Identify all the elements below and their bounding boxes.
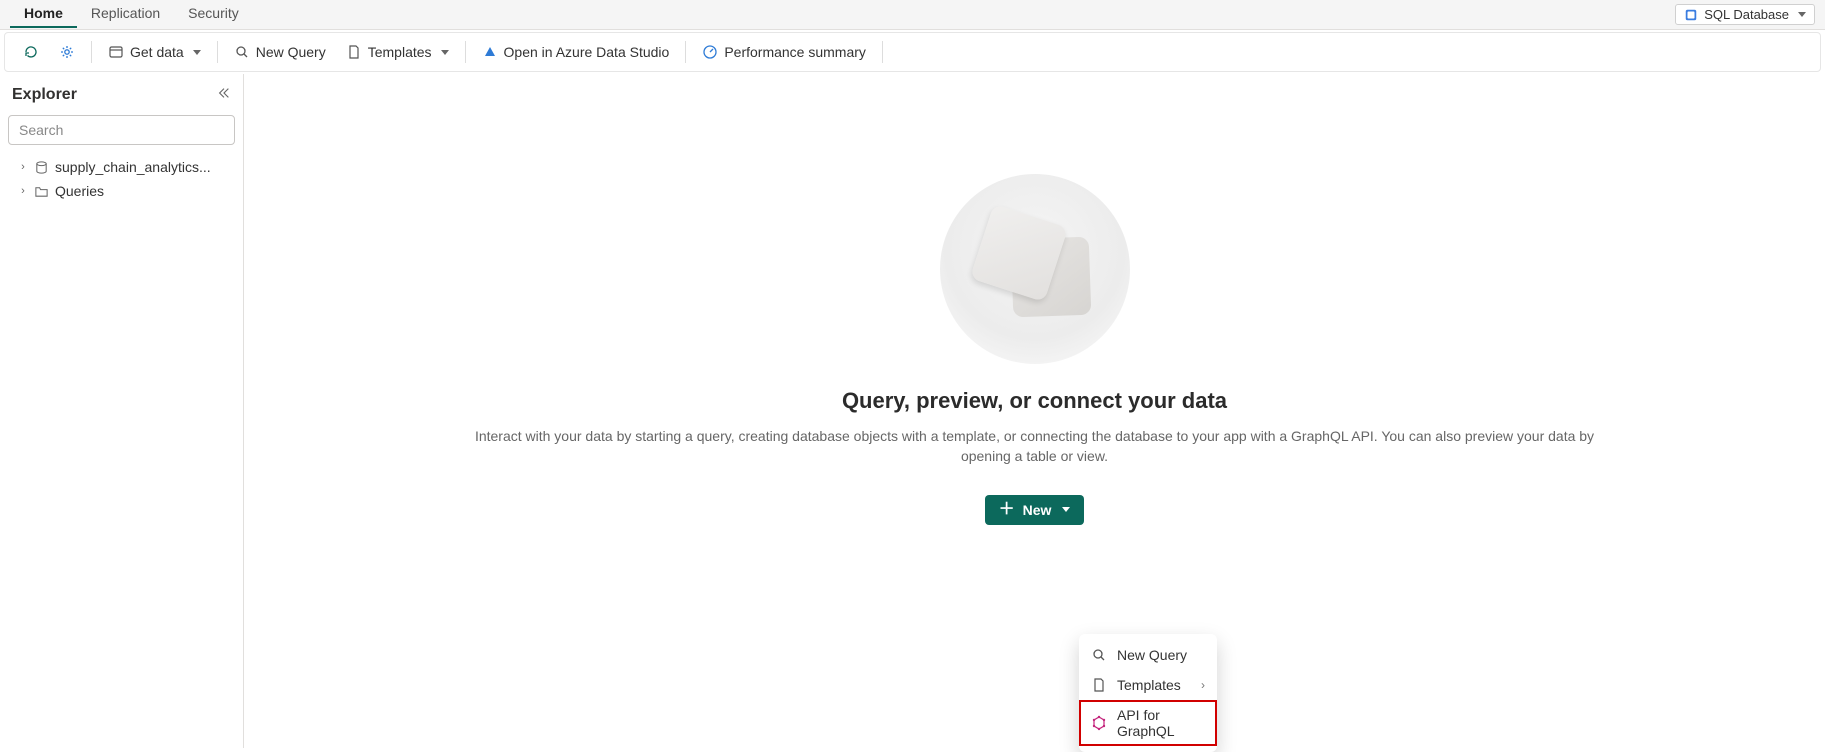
get-data-label: Get data <box>130 44 184 60</box>
azure-icon <box>482 44 498 60</box>
separator <box>91 41 92 63</box>
query-icon <box>1091 647 1107 663</box>
dropdown-item-templates[interactable]: Templates › <box>1079 670 1217 700</box>
hero-title: Query, preview, or connect your data <box>842 388 1227 414</box>
chevron-right-icon: › <box>18 161 28 173</box>
tab-security[interactable]: Security <box>174 1 253 28</box>
hero-subtitle: Interact with your data by starting a qu… <box>475 426 1595 467</box>
dropdown-item-label: API for GraphQL <box>1117 707 1205 739</box>
dropdown-item-label: New Query <box>1117 647 1187 663</box>
dropdown-item-graphql[interactable]: API for GraphQL <box>1079 700 1217 746</box>
gauge-icon <box>702 44 718 60</box>
tab-home[interactable]: Home <box>10 1 77 28</box>
document-icon <box>346 44 362 60</box>
tree-item-queries[interactable]: › Queries <box>8 179 235 203</box>
sidebar-header: Explorer <box>8 84 235 105</box>
separator <box>882 41 883 63</box>
tab-replication[interactable]: Replication <box>77 1 174 28</box>
chevron-down-icon <box>1798 12 1806 17</box>
folder-icon <box>34 184 49 199</box>
dropdown-item-new-query[interactable]: New Query <box>1079 640 1217 670</box>
templates-button[interactable]: Templates <box>338 40 457 64</box>
new-query-label: New Query <box>256 44 326 60</box>
new-query-button[interactable]: New Query <box>226 40 334 64</box>
refresh-icon <box>23 44 39 60</box>
db-type-selector[interactable]: SQL Database <box>1675 4 1815 25</box>
tree-item-label: Queries <box>55 183 104 199</box>
data-import-icon <box>108 44 124 60</box>
open-azure-label: Open in Azure Data Studio <box>504 44 670 60</box>
database-icon <box>1684 8 1698 22</box>
plus-icon: ＋ <box>999 502 1015 518</box>
sidebar-title: Explorer <box>12 86 77 104</box>
tree-item-database[interactable]: › supply_chain_analytics... <box>8 155 235 179</box>
dropdown-item-label: Templates <box>1117 677 1181 693</box>
new-dropdown: New Query Templates › API for GraphQL <box>1079 634 1217 752</box>
graphql-icon <box>1091 715 1107 731</box>
separator <box>685 41 686 63</box>
settings-button[interactable] <box>51 40 83 64</box>
main-split: Explorer › supply_chain_analytics... › Q… <box>0 74 1825 748</box>
database-icon <box>34 160 49 175</box>
document-icon <box>1091 677 1107 693</box>
tabstrip: Home Replication Security SQL Database <box>0 0 1825 30</box>
open-azure-button[interactable]: Open in Azure Data Studio <box>474 40 678 64</box>
chevron-down-icon <box>1062 507 1070 512</box>
query-icon <box>234 44 250 60</box>
db-type-label: SQL Database <box>1704 7 1789 22</box>
perf-summary-button[interactable]: Performance summary <box>694 40 874 64</box>
chevron-right-icon: › <box>1201 678 1205 692</box>
main-content: Query, preview, or connect your data Int… <box>244 74 1825 748</box>
chevron-double-left-icon <box>217 86 231 100</box>
gear-icon <box>59 44 75 60</box>
refresh-button[interactable] <box>15 40 47 64</box>
tree-item-label: supply_chain_analytics... <box>55 159 211 175</box>
sidebar: Explorer › supply_chain_analytics... › Q… <box>0 74 244 748</box>
toolbar: Get data New Query Templates Open in Azu… <box>4 32 1821 72</box>
chevron-down-icon <box>193 50 201 55</box>
templates-label: Templates <box>368 44 432 60</box>
separator <box>217 41 218 63</box>
hero-illustration <box>940 174 1130 364</box>
chevron-right-icon: › <box>18 185 28 197</box>
collapse-sidebar-button[interactable] <box>213 84 235 105</box>
search-input[interactable] <box>8 115 235 145</box>
chevron-down-icon <box>441 50 449 55</box>
new-button[interactable]: ＋ New <box>985 495 1085 525</box>
separator <box>465 41 466 63</box>
new-button-label: New <box>1023 502 1052 518</box>
get-data-button[interactable]: Get data <box>100 40 209 64</box>
perf-summary-label: Performance summary <box>724 44 866 60</box>
